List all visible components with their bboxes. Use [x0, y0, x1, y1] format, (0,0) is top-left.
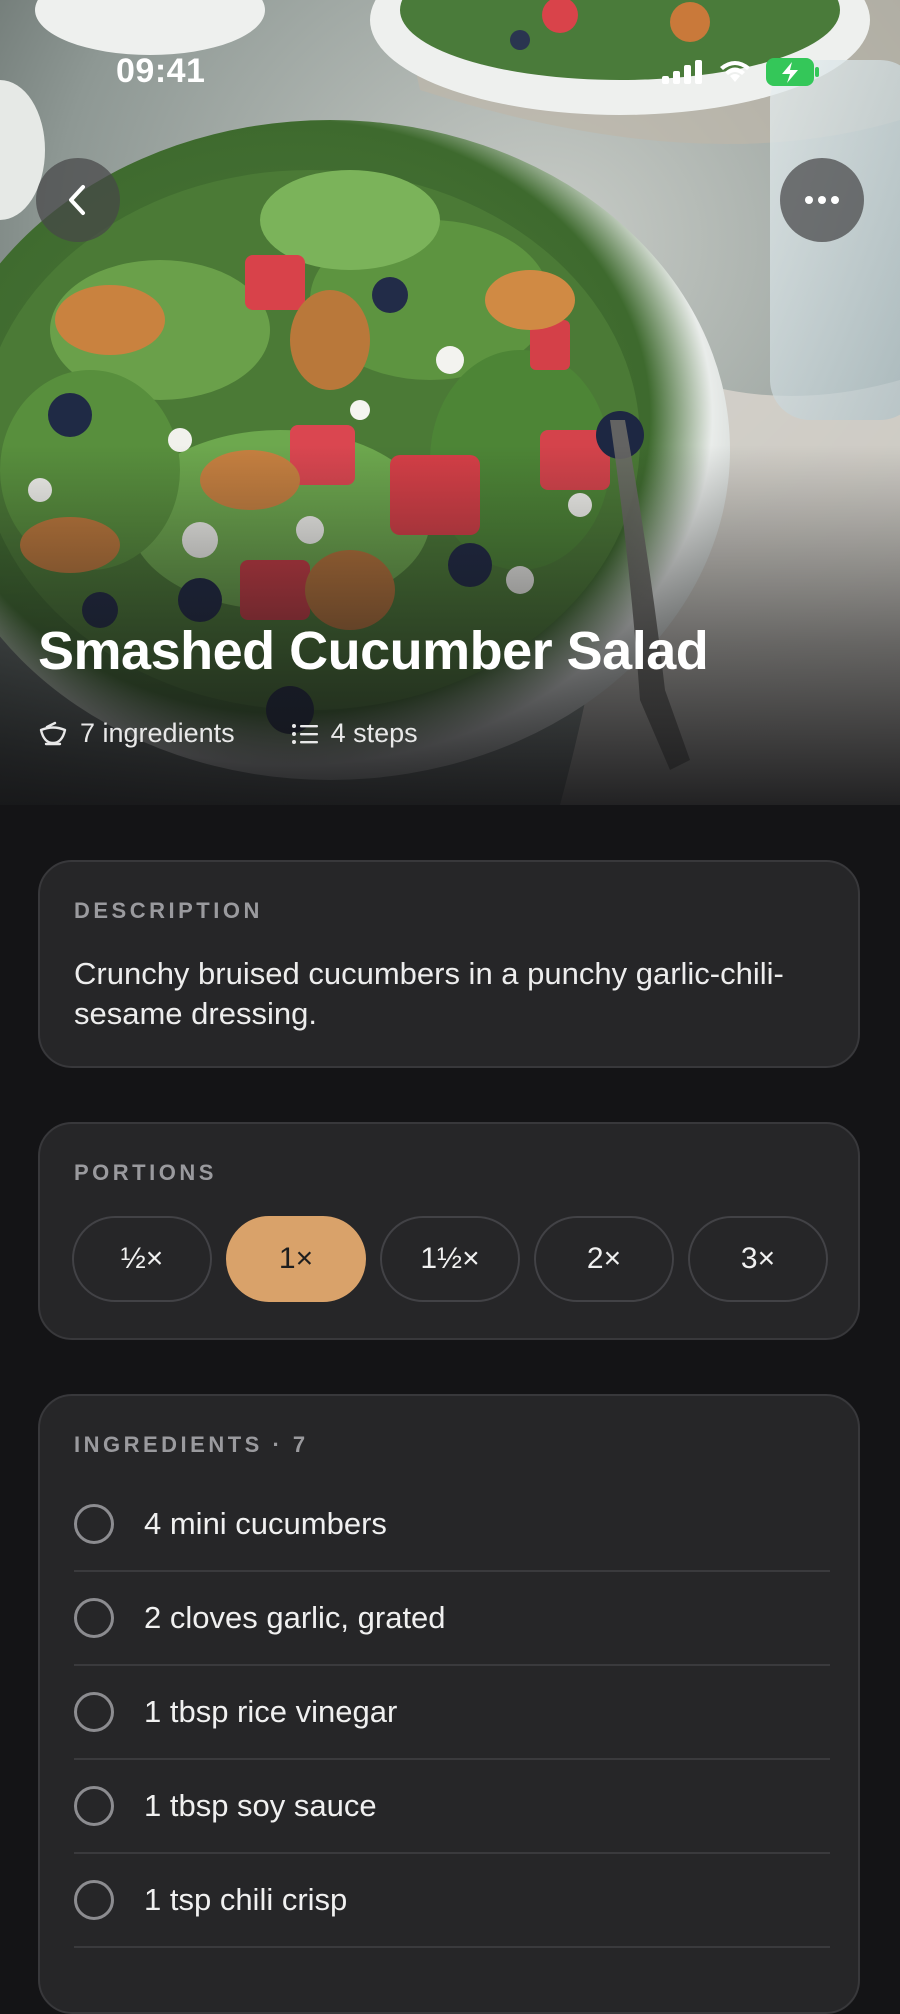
ingredient-row[interactable]: 4 mini cucumbers	[74, 1478, 830, 1572]
ellipsis-icon	[805, 196, 839, 204]
ingredient-row[interactable]: 2 cloves garlic, grated	[74, 1572, 830, 1666]
recipe-title: Smashed Cucumber Salad	[38, 621, 709, 681]
description-card: DESCRIPTION Crunchy bruised cucumbers in…	[38, 860, 860, 1068]
signal-icon	[662, 60, 702, 84]
ingredient-checkbox[interactable]	[74, 1598, 114, 1638]
portion-1x[interactable]: 1×	[226, 1216, 366, 1302]
portion-3x[interactable]: 3×	[688, 1216, 828, 1302]
ingredient-row[interactable]: 1 tsp chili crisp	[74, 1854, 830, 1948]
portion-1-5x[interactable]: 1½×	[380, 1216, 520, 1302]
status-bar: 09:41	[0, 0, 900, 150]
battery-icon	[766, 58, 819, 86]
description-label: DESCRIPTION	[74, 898, 263, 923]
ingredient-label: 1 tbsp soy sauce	[144, 1788, 377, 1823]
ingredient-label: 1 tsp chili crisp	[144, 1882, 348, 1917]
wifi-icon	[720, 61, 750, 82]
ingredients-count-label: 7 ingredients	[80, 718, 235, 748]
ingredients-count: 7 ingredients	[38, 718, 235, 749]
ingredients-label: INGREDIENTS · 7	[74, 1432, 309, 1457]
portions-label: PORTIONS	[74, 1160, 217, 1185]
chevron-left-icon	[69, 185, 85, 215]
ingredient-checkbox[interactable]	[74, 1786, 114, 1826]
more-button[interactable]	[780, 158, 864, 242]
status-time: 09:41	[116, 52, 206, 90]
ingredient-checkbox[interactable]	[74, 1504, 114, 1544]
steps-count-label: 4 steps	[330, 718, 418, 748]
ingredient-checkbox[interactable]	[74, 1880, 114, 1920]
ingredients-list: 4 mini cucumbers 2 cloves garlic, grated…	[74, 1478, 830, 1948]
status-icons	[662, 58, 820, 86]
portions-card: PORTIONS ½× 1× 1½× 2× 3×	[38, 1122, 860, 1340]
ingredient-label: 1 tbsp rice vinegar	[144, 1694, 398, 1729]
back-button[interactable]	[36, 158, 120, 242]
recipe-meta: 7 ingredients 4 steps	[38, 718, 418, 749]
steps-count: 4 steps	[291, 718, 418, 749]
ingredient-checkbox[interactable]	[74, 1692, 114, 1732]
ingredient-label: 4 mini cucumbers	[144, 1506, 387, 1541]
portion-selector: ½× 1× 1½× 2× 3×	[72, 1216, 828, 1302]
ingredients-card: INGREDIENTS · 7 4 mini cucumbers 2 clove…	[38, 1394, 860, 2014]
list-icon	[291, 723, 318, 744]
bowl-icon	[39, 721, 67, 745]
description-text: Crunchy bruised cucumbers in a punchy ga…	[74, 956, 784, 1031]
ingredient-row[interactable]: 1 tbsp soy sauce	[74, 1760, 830, 1854]
portion-2x[interactable]: 2×	[534, 1216, 674, 1302]
ingredient-row[interactable]: 1 tbsp rice vinegar	[74, 1666, 830, 1760]
ingredient-label: 2 cloves garlic, grated	[144, 1600, 446, 1635]
portion-half[interactable]: ½×	[72, 1216, 212, 1302]
